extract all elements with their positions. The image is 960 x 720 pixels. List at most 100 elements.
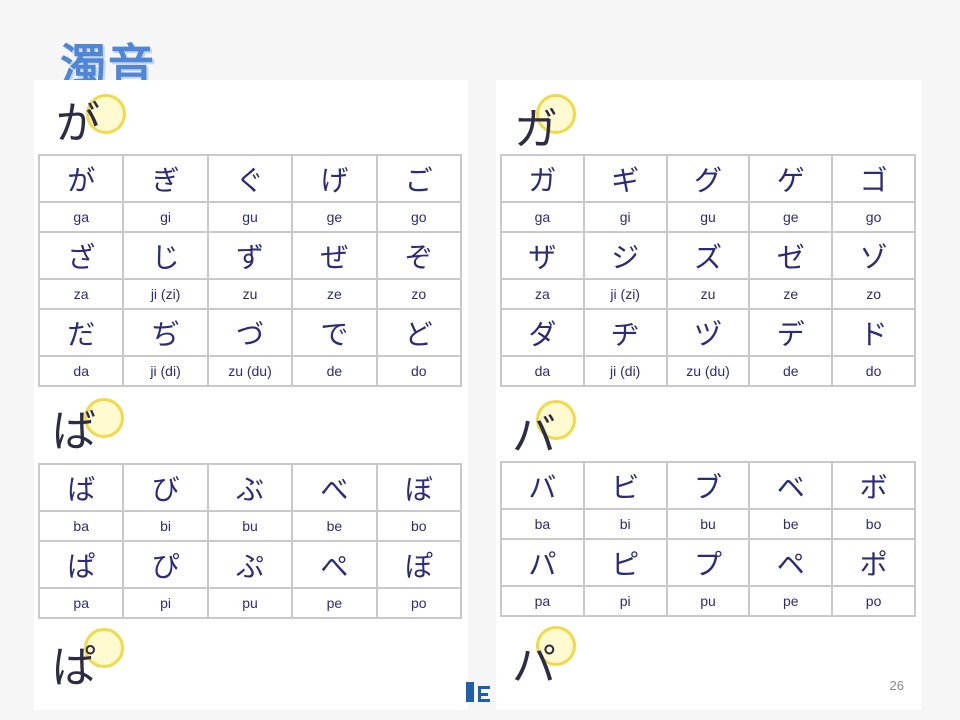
hiragana-dakuon-table: がぎぐげご ga gi gu ge go ざじずぜぞ za ji (zi) zu ze zo だ… xyxy=(37,154,463,387)
kana-cell: ブ xyxy=(665,461,751,510)
katakana-ga-header: ガ xyxy=(514,104,558,155)
romaji-cell: bo xyxy=(375,510,463,542)
kana-cell: ぜ xyxy=(291,231,378,280)
kana-cell: ぢ xyxy=(122,308,209,357)
hiragana-pa-header: ぱ xyxy=(52,642,96,693)
kana-cell: ジ xyxy=(582,231,668,280)
kana-cell: ピ xyxy=(582,538,668,587)
kana-cell: ギ xyxy=(582,154,668,203)
romaji-cell: pi xyxy=(582,585,668,617)
romaji-cell: zo xyxy=(375,278,463,310)
kana-cell: ぺ xyxy=(291,540,378,589)
kana-cell: ゴ xyxy=(831,154,916,203)
romaji-cell: ji (zi) xyxy=(582,278,668,310)
romaji-cell: ji (di) xyxy=(122,355,209,387)
kana-cell: グ xyxy=(665,154,751,203)
romaji-cell: za xyxy=(37,278,125,310)
kana-cell: ぐ xyxy=(206,154,294,203)
kana-cell: び xyxy=(122,463,209,512)
kana-cell: じ xyxy=(122,231,209,280)
kana-cell: ボ xyxy=(831,461,916,510)
kana-cell: ゲ xyxy=(748,154,834,203)
romaji-cell: be xyxy=(291,510,378,542)
kana-cell: が xyxy=(37,154,125,203)
romaji-cell: pu xyxy=(665,585,751,617)
kana-cell: ば xyxy=(37,463,125,512)
kana-cell: ヂ xyxy=(582,308,668,357)
kana-cell: ど xyxy=(375,308,463,357)
romaji-cell: po xyxy=(831,585,916,617)
romaji-cell: bi xyxy=(582,508,668,540)
romaji-cell: pu xyxy=(206,587,294,619)
kana-cell: デ xyxy=(748,308,834,357)
romaji-cell: gu xyxy=(206,201,294,233)
kana-cell: バ xyxy=(500,461,585,510)
romaji-cell: da xyxy=(500,355,585,387)
kana-cell: ぎ xyxy=(122,154,209,203)
kana-cell: ガ xyxy=(500,154,585,203)
kana-cell: で xyxy=(291,308,378,357)
romaji-cell: da xyxy=(37,355,125,387)
romaji-cell: de xyxy=(748,355,834,387)
kana-cell: ペ xyxy=(748,538,834,587)
page-number: 26 xyxy=(889,678,904,693)
logo-icon xyxy=(466,682,490,702)
romaji-cell: ge xyxy=(748,201,834,233)
romaji-cell: ba xyxy=(500,508,585,540)
romaji-cell: gi xyxy=(582,201,668,233)
hiragana-ba-header: ば xyxy=(52,406,96,457)
kana-cell: ぞ xyxy=(375,231,463,280)
romaji-cell: za xyxy=(500,278,585,310)
kana-cell: げ xyxy=(291,154,378,203)
kana-cell: ざ xyxy=(37,231,125,280)
romaji-cell: bu xyxy=(665,508,751,540)
romaji-cell: po xyxy=(375,587,463,619)
katakana-pa-header: パ xyxy=(512,640,556,691)
kana-cell: ぴ xyxy=(122,540,209,589)
katakana-panel: ガ ガギグゲゴ ga gi gu ge go ザジズゼゾ za ji (zi) zu ze zo… xyxy=(496,80,921,710)
kana-cell: ド xyxy=(831,308,916,357)
kana-cell: ザ xyxy=(500,231,585,280)
romaji-cell: zu (du) xyxy=(206,355,294,387)
romaji-cell: ga xyxy=(500,201,585,233)
kana-cell: ゼ xyxy=(748,231,834,280)
kana-cell: プ xyxy=(665,538,751,587)
romaji-cell: zu xyxy=(665,278,751,310)
kana-cell: ず xyxy=(206,231,294,280)
kana-cell: べ xyxy=(291,463,378,512)
kana-cell: ポ xyxy=(831,538,916,587)
kana-cell: ダ xyxy=(500,308,585,357)
kana-cell: ぼ xyxy=(375,463,463,512)
romaji-cell: ji (di) xyxy=(582,355,668,387)
romaji-cell: gu xyxy=(665,201,751,233)
romaji-cell: zu xyxy=(206,278,294,310)
kana-cell: ヅ xyxy=(665,308,751,357)
romaji-cell: ze xyxy=(291,278,378,310)
romaji-cell: do xyxy=(831,355,916,387)
hiragana-ba-pa-table: ばびぶべぼ ba bi bu be bo ぱぴぷぺぽ pa pi pu pe po xyxy=(37,463,463,619)
romaji-cell: ge xyxy=(291,201,378,233)
romaji-cell: bu xyxy=(206,510,294,542)
romaji-cell: go xyxy=(831,201,916,233)
romaji-cell: zo xyxy=(831,278,916,310)
romaji-cell: do xyxy=(375,355,463,387)
romaji-cell: ji (zi) xyxy=(122,278,209,310)
romaji-cell: de xyxy=(291,355,378,387)
hiragana-ga-header: が xyxy=(56,98,100,149)
romaji-cell: ba xyxy=(37,510,125,542)
kana-cell: だ xyxy=(37,308,125,357)
romaji-cell: pa xyxy=(37,587,125,619)
romaji-cell: gi xyxy=(122,201,209,233)
kana-cell: ベ xyxy=(748,461,834,510)
kana-cell: パ xyxy=(500,538,585,587)
kana-cell: ゾ xyxy=(831,231,916,280)
kana-cell: づ xyxy=(206,308,294,357)
romaji-cell: be xyxy=(748,508,834,540)
romaji-cell: pe xyxy=(748,585,834,617)
kana-cell: ぱ xyxy=(37,540,125,589)
katakana-ba-header: バ xyxy=(512,410,556,461)
kana-cell: ご xyxy=(375,154,463,203)
romaji-cell: ga xyxy=(37,201,125,233)
romaji-cell: pi xyxy=(122,587,209,619)
kana-cell: ぽ xyxy=(375,540,463,589)
